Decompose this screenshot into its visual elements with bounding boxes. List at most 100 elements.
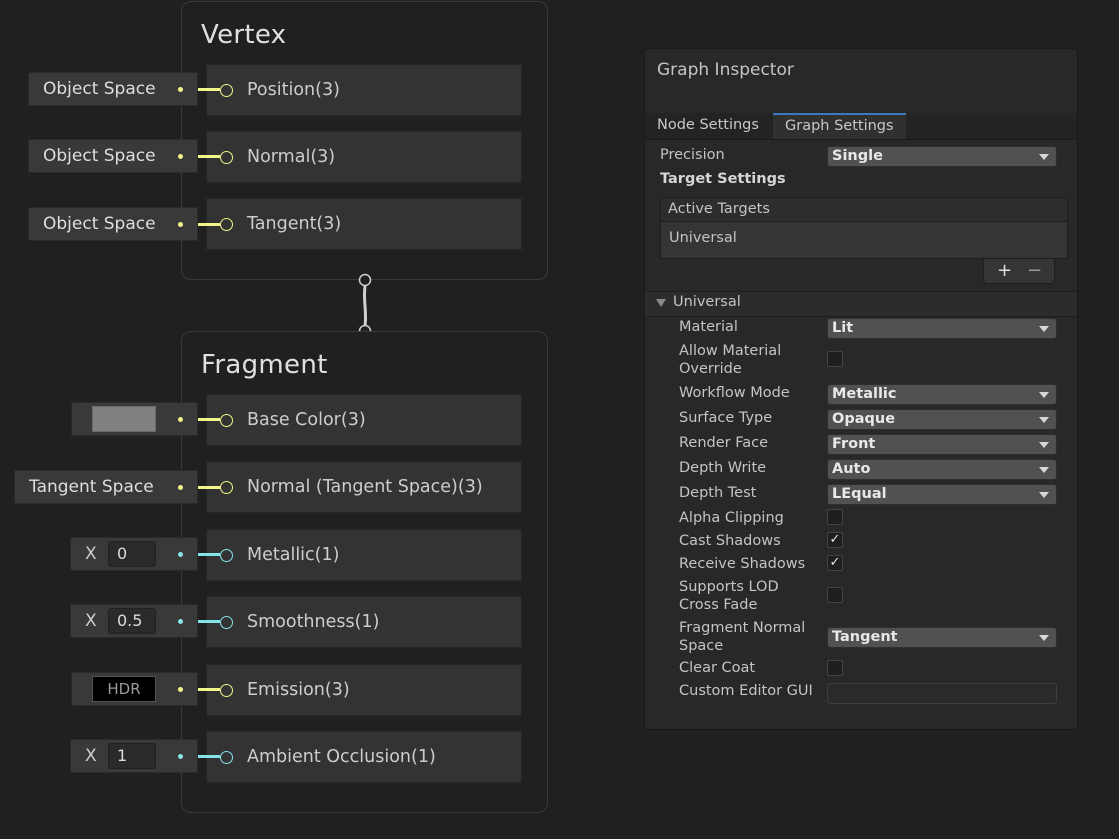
cast-shadows-checkbox[interactable]: ✓	[827, 532, 843, 548]
input-wire	[198, 155, 220, 158]
space-dropdown-label: Object Space	[43, 146, 156, 166]
input-dot-icon	[178, 87, 183, 92]
depth-write-dropdown[interactable]: Auto	[827, 459, 1057, 480]
tab-node-settings[interactable]: Node Settings	[645, 113, 771, 139]
hdr-color-swatch[interactable]: HDR	[92, 676, 156, 702]
port-label: Ambient Occlusion(1)	[247, 747, 436, 767]
property-label: Workflow Mode	[679, 385, 790, 401]
port-connector-icon[interactable]	[220, 414, 233, 427]
list-add-remove: + −	[983, 259, 1055, 284]
dropdown-value: Single	[832, 148, 883, 164]
dropdown-value: Opaque	[832, 411, 896, 427]
property-label: Cast Shadows	[679, 533, 781, 549]
fragment-port-smoothness[interactable]: Smoothness(1)	[206, 596, 522, 648]
port-label: Normal(3)	[247, 147, 336, 167]
input-dot-icon	[178, 619, 183, 624]
tab-graph-settings[interactable]: Graph Settings	[773, 113, 906, 139]
chevron-down-icon	[1039, 392, 1049, 398]
render-face-dropdown[interactable]: Front	[827, 434, 1057, 455]
ambient-occlusion-value-field[interactable]: 1	[108, 743, 156, 769]
universal-foldout[interactable]: Universal	[645, 291, 1077, 317]
receive-shadows-checkbox[interactable]: ✓	[827, 555, 843, 571]
stack-flow-connector	[358, 273, 372, 338]
space-dropdown[interactable]: Tangent Space	[14, 470, 198, 504]
input-dot-icon	[178, 485, 183, 490]
fragment-port-emission[interactable]: Emission(3)	[206, 664, 522, 716]
port-label: Position(3)	[247, 80, 340, 100]
input-wire	[198, 620, 220, 623]
fragment-stack[interactable]: Fragment Base Color(3) Normal (Tangent S…	[181, 331, 548, 813]
inspector-tabbar: Node Settings Graph Settings	[645, 113, 1077, 140]
fragment-port-ambient-occlusion[interactable]: Ambient Occlusion(1)	[206, 731, 522, 783]
vertex-stack[interactable]: Vertex Position(3) Normal(3) Tangent(3)	[181, 1, 548, 280]
fragment-port-metallic[interactable]: Metallic(1)	[206, 529, 522, 581]
remove-target-button[interactable]: −	[1027, 260, 1042, 281]
smoothness-value-field[interactable]: 0.5	[108, 608, 156, 634]
chevron-down-icon	[1039, 442, 1049, 448]
axis-label: X	[85, 611, 97, 631]
clear-coat-checkbox[interactable]	[827, 660, 843, 676]
vertex-port-tangent[interactable]: Tangent(3)	[206, 198, 522, 250]
space-dropdown[interactable]: Object Space	[28, 139, 198, 173]
dropdown-value: Tangent	[832, 629, 898, 645]
input-wire	[198, 688, 220, 691]
property-label: Depth Test	[679, 485, 757, 501]
space-dropdown-label: Object Space	[43, 214, 156, 234]
active-targets-header: Active Targets	[661, 198, 1067, 222]
space-dropdown-label: Object Space	[43, 79, 156, 99]
foldout-arrow-icon[interactable]	[656, 299, 666, 307]
space-dropdown[interactable]: Object Space	[28, 72, 198, 106]
alpha-clipping-checkbox[interactable]	[827, 509, 843, 525]
dropdown-value: LEqual	[832, 486, 887, 502]
property-label: Supports LOD Cross Fade	[679, 579, 779, 613]
chevron-down-icon	[1039, 417, 1049, 423]
property-label: Render Face	[679, 435, 769, 451]
property-label: Material	[679, 319, 738, 335]
add-target-button[interactable]: +	[997, 260, 1012, 281]
port-connector-icon[interactable]	[220, 218, 233, 231]
allow-material-override-checkbox[interactable]	[827, 351, 843, 367]
color-swatch[interactable]	[92, 406, 156, 432]
axis-label: X	[85, 746, 97, 766]
workflow-mode-dropdown[interactable]: Metallic	[827, 384, 1057, 405]
precision-row: Precision Single	[645, 146, 1077, 168]
port-connector-icon[interactable]	[220, 84, 233, 97]
metallic-value-field[interactable]: 0	[108, 541, 156, 567]
port-connector-icon[interactable]	[220, 751, 233, 764]
fragment-port-base-color[interactable]: Base Color(3)	[206, 394, 522, 446]
foldout-label: Universal	[673, 294, 741, 310]
depth-test-dropdown[interactable]: LEqual	[827, 484, 1057, 505]
input-wire	[198, 486, 220, 489]
list-item[interactable]: Universal	[669, 230, 737, 246]
supports-lod-cross-fade-checkbox[interactable]	[827, 587, 843, 603]
active-targets-list: Active Targets Universal	[660, 197, 1068, 259]
input-wire	[198, 755, 220, 758]
vertex-port-position[interactable]: Position(3)	[206, 64, 522, 116]
property-label: Clear Coat	[679, 660, 756, 676]
port-connector-icon[interactable]	[220, 684, 233, 697]
input-wire	[198, 418, 220, 421]
port-label: Emission(3)	[247, 680, 350, 700]
fragment-normal-space-dropdown[interactable]: Tangent	[827, 627, 1057, 648]
chevron-down-icon	[1039, 492, 1049, 498]
vertex-stack-title: Vertex	[201, 20, 287, 50]
space-dropdown[interactable]: Object Space	[28, 207, 198, 241]
port-connector-icon[interactable]	[220, 151, 233, 164]
graph-inspector-panel: Graph Inspector Node Settings Graph Sett…	[644, 48, 1078, 730]
port-label: Base Color(3)	[247, 410, 366, 430]
port-connector-icon[interactable]	[220, 549, 233, 562]
dropdown-value: Lit	[832, 320, 854, 336]
surface-type-dropdown[interactable]: Opaque	[827, 409, 1057, 430]
port-connector-icon[interactable]	[220, 481, 233, 494]
property-label: Allow Material Override	[679, 343, 782, 377]
fragment-port-normal-tangent[interactable]: Normal (Tangent Space)(3)	[206, 461, 522, 513]
custom-editor-gui-field[interactable]	[827, 683, 1057, 704]
property-label: Surface Type	[679, 410, 773, 426]
precision-dropdown[interactable]: Single	[827, 146, 1057, 167]
material-dropdown[interactable]: Lit	[827, 318, 1057, 339]
port-connector-icon[interactable]	[220, 616, 233, 629]
inspector-title: Graph Inspector	[657, 60, 794, 80]
chevron-down-icon	[1039, 154, 1049, 160]
port-label: Normal (Tangent Space)(3)	[247, 477, 483, 497]
vertex-port-normal[interactable]: Normal(3)	[206, 131, 522, 183]
